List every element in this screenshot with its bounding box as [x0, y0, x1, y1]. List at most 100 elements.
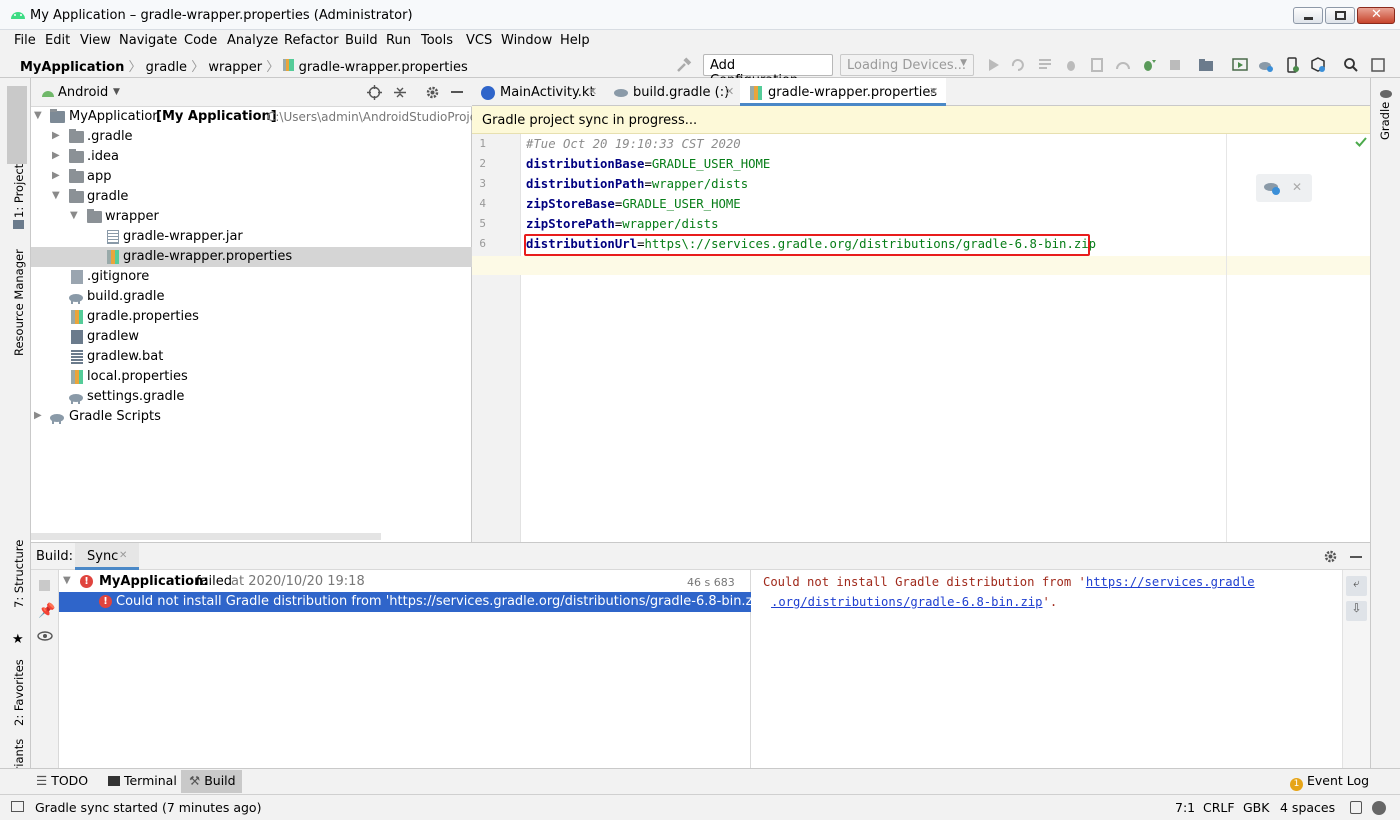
pin-icon[interactable]: 📌 — [38, 603, 55, 619]
structure-tool-tab[interactable]: 7: Structure — [12, 540, 26, 608]
expand-arrow-icon[interactable]: ▶ — [52, 170, 60, 181]
menu-help[interactable]: Help — [560, 33, 590, 48]
breadcrumb-wrapper[interactable]: wrapper — [208, 60, 262, 75]
terminal-tab[interactable]: Terminal — [108, 773, 177, 788]
menu-refactor[interactable]: Refactor — [284, 33, 339, 48]
tree-row-settings-gradle[interactable]: settings.gradle — [31, 387, 472, 407]
avd-manager-icon[interactable] — [1232, 57, 1248, 73]
close-popup-icon[interactable]: ✕ — [1292, 180, 1302, 194]
tool-windows-toggle-icon[interactable] — [11, 801, 24, 812]
tree-row-gradlew[interactable]: gradlew — [31, 327, 472, 347]
hammer-build-icon[interactable] — [676, 57, 692, 73]
soft-wrap-icon[interactable]: ⤶ — [1346, 576, 1367, 596]
project-structure-icon[interactable] — [1198, 57, 1214, 73]
build-task-row[interactable]: ▼ ! MyApplication: failed at 2020/10/20 … — [59, 572, 751, 602]
chevron-down-icon[interactable]: ▼ — [113, 87, 120, 97]
sync-gradle-icon[interactable] — [1258, 57, 1274, 73]
breadcrumb-project[interactable]: MyApplication — [20, 60, 124, 75]
tree-row-idea[interactable]: ▶ .idea — [31, 147, 472, 167]
expand-arrow-icon[interactable]: ▶ — [52, 130, 60, 141]
menu-tools[interactable]: Tools — [421, 33, 453, 48]
tree-row-gradle-scripts[interactable]: ▶ Gradle Scripts — [31, 407, 472, 427]
close-tab-icon[interactable]: ✕ — [725, 85, 734, 98]
device-selector[interactable]: Loading Devices... ▼ — [840, 54, 974, 76]
coverage-icon[interactable] — [1089, 57, 1105, 73]
tab-gradle-wrapper-properties[interactable]: gradle-wrapper.properties ✕ — [740, 78, 946, 106]
apply-code-changes-icon[interactable] — [1037, 57, 1053, 73]
locate-file-icon[interactable] — [367, 85, 382, 100]
close-window-button[interactable]: ✕ — [1357, 7, 1395, 24]
project-tool-tab[interactable]: 1: Project — [12, 164, 26, 218]
menu-edit[interactable]: Edit — [45, 33, 70, 48]
expand-arrow-icon[interactable]: ▶ — [52, 150, 60, 161]
console-link-continued[interactable]: .org/distributions/gradle-6.8-bin.zip — [771, 595, 1043, 609]
menu-window[interactable]: Window — [501, 33, 552, 48]
close-tab-icon[interactable]: ✕ — [119, 550, 127, 561]
tree-row-wrapper-properties-selected[interactable]: gradle-wrapper.properties — [31, 247, 472, 267]
favorites-tool-tab[interactable]: 2: Favorites — [12, 659, 26, 726]
caret-position[interactable]: 7:1 — [1175, 800, 1195, 815]
line-separator[interactable]: CRLF — [1203, 800, 1235, 815]
indent-setting[interactable]: 4 spaces — [1280, 800, 1335, 815]
gear-icon[interactable] — [425, 85, 440, 100]
project-view-selector[interactable]: Android — [58, 85, 108, 100]
tree-row-dot-gradle[interactable]: ▶ .gradle — [31, 127, 472, 147]
menu-code[interactable]: Code — [184, 33, 217, 48]
build-console[interactable]: Could not install Gradle distribution fr… — [763, 572, 1343, 632]
scroll-to-end-icon[interactable]: ⇩ — [1346, 601, 1367, 621]
tree-row-app[interactable]: ▶ app — [31, 167, 472, 187]
code-area[interactable]: #Tue Oct 20 19:10:33 CST 2020 distributi… — [472, 134, 1370, 542]
tree-row-gradle[interactable]: ▼ gradle — [31, 187, 472, 207]
stop-icon[interactable] — [1167, 57, 1183, 73]
minimize-button[interactable] — [1293, 7, 1323, 24]
breadcrumb-file[interactable]: gradle-wrapper.properties — [299, 60, 468, 75]
sync-gradle-icon[interactable] — [1263, 180, 1281, 196]
tab-build-gradle[interactable]: build.gradle (:) ✕ — [604, 78, 740, 106]
attach-debugger-icon[interactable] — [1141, 57, 1157, 73]
profile-icon[interactable] — [1115, 57, 1131, 73]
menu-file[interactable]: File — [14, 33, 36, 48]
expand-arrow-icon[interactable]: ▼ — [52, 190, 60, 201]
tree-row-root[interactable]: ▼ MyApplication [My Application] C:\User… — [31, 107, 477, 127]
expand-arrow-icon[interactable]: ▶ — [34, 410, 42, 421]
minimize-panel-icon[interactable] — [1350, 556, 1362, 558]
menu-run[interactable]: Run — [386, 33, 411, 48]
breadcrumb-gradle[interactable]: gradle — [146, 60, 187, 75]
menu-build[interactable]: Build — [345, 33, 378, 48]
ide-updates-icon[interactable] — [1370, 57, 1386, 73]
tree-row-wrapper-jar[interactable]: gradle-wrapper.jar — [31, 227, 472, 247]
menu-analyze[interactable]: Analyze — [227, 33, 278, 48]
event-log-tab[interactable]: 1 Event Log — [1290, 773, 1369, 791]
file-encoding[interactable]: GBK — [1243, 800, 1269, 815]
add-configuration-button[interactable]: Add Configuration... — [703, 54, 833, 88]
search-icon[interactable] — [1343, 57, 1359, 73]
apply-changes-icon[interactable] — [1010, 57, 1026, 73]
expand-arrow-icon[interactable]: ▼ — [63, 575, 71, 586]
sync-tab[interactable]: Sync ✕ — [75, 543, 139, 570]
tree-row-local-properties[interactable]: local.properties — [31, 367, 472, 387]
collapse-all-icon[interactable] — [393, 85, 407, 100]
minimize-panel-icon[interactable] — [451, 91, 463, 93]
horizontal-scrollbar[interactable] — [31, 533, 381, 540]
sdk-manager-icon[interactable] — [1310, 57, 1326, 73]
console-link[interactable]: https://services.gradle — [1086, 575, 1255, 589]
inspector-icon[interactable] — [1372, 801, 1386, 815]
gear-icon[interactable] — [1323, 549, 1338, 564]
debug-icon[interactable] — [1063, 57, 1079, 73]
expand-arrow-icon[interactable]: ▼ — [70, 210, 78, 221]
expand-arrow-icon[interactable]: ▼ — [34, 110, 42, 121]
run-icon[interactable] — [985, 57, 1001, 73]
resource-manager-tool-tab[interactable]: Resource Manager — [12, 249, 26, 356]
build-tab[interactable]: ⚒ Build — [181, 770, 242, 793]
menu-navigate[interactable]: Navigate — [119, 33, 177, 48]
tab-main-activity[interactable]: MainActivity.kt ✕ — [472, 78, 604, 106]
close-tab-icon[interactable]: ✕ — [588, 85, 597, 98]
maximize-button[interactable] — [1325, 7, 1355, 24]
tree-row-wrapper[interactable]: ▼ wrapper — [31, 207, 472, 227]
todo-tab[interactable]: ☰ TODO — [36, 773, 88, 788]
tree-row-gitignore[interactable]: .gitignore — [31, 267, 472, 287]
eye-icon[interactable] — [37, 631, 53, 641]
close-tab-icon[interactable]: ✕ — [929, 85, 938, 98]
tree-row-gradlew-bat[interactable]: gradlew.bat — [31, 347, 472, 367]
gradle-tool-tab[interactable]: Gradle — [1378, 102, 1392, 140]
